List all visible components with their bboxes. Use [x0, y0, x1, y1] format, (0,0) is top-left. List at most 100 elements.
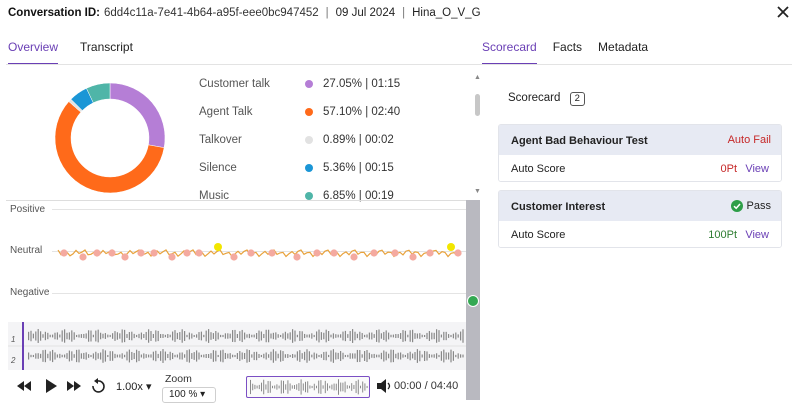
tab-overview[interactable]: Overview [8, 40, 59, 65]
rewind-icon[interactable] [16, 380, 32, 392]
sentiment-highlight-point[interactable] [447, 243, 455, 251]
tab-metadata[interactable]: Metadata [598, 40, 648, 65]
waveform-bar [438, 330, 440, 342]
play-icon[interactable] [44, 378, 58, 394]
minimap-bar [302, 383, 304, 391]
waveform-bar [186, 350, 188, 362]
waveform-bar [239, 331, 241, 341]
playback-speed[interactable]: 1.00x ▾ [116, 380, 152, 393]
zoom-select[interactable]: 100 % ▾ [162, 387, 216, 403]
tab-transcript[interactable]: Transcript [80, 40, 133, 65]
sentiment-highlight-point[interactable] [214, 243, 222, 251]
waveform-bar [224, 333, 226, 339]
scorecard-card[interactable]: Agent Bad Behaviour Test Auto Fail Auto … [498, 124, 782, 182]
sentiment-point[interactable] [293, 253, 301, 261]
waveform-bar [100, 332, 102, 340]
minimap-bar [342, 382, 344, 392]
close-icon[interactable] [774, 3, 792, 21]
waveform-bar [232, 330, 234, 342]
minimap-bar [252, 383, 254, 391]
waveform-bar [380, 333, 382, 339]
waveform-bar [244, 353, 246, 359]
sentiment-point[interactable] [350, 253, 358, 261]
waveform-bar [260, 331, 262, 341]
sentiment-point[interactable] [426, 249, 434, 257]
waveform-bar [152, 351, 154, 361]
sentiment-point[interactable] [247, 249, 255, 257]
minimap-bar [296, 384, 298, 390]
waveform-bar [49, 334, 51, 338]
waveform-bar [253, 351, 255, 361]
sentiment-point[interactable] [79, 253, 87, 261]
waveform-bar [462, 354, 464, 358]
waveform-bar [388, 353, 390, 359]
waveform-bar [124, 329, 126, 343]
sentiment-point[interactable] [313, 249, 321, 257]
scroll-down-icon[interactable]: ▼ [474, 188, 481, 195]
sentiment-point[interactable] [150, 249, 158, 257]
view-link[interactable]: View [745, 163, 769, 175]
waveform-bar [383, 331, 385, 341]
sentiment-point[interactable] [391, 249, 399, 257]
sentiment-point[interactable] [330, 249, 338, 257]
sentiment-point[interactable] [60, 249, 68, 257]
waveform-bar [56, 332, 58, 340]
waveform-bar [114, 353, 116, 359]
sentiment-point[interactable] [454, 249, 462, 257]
view-link[interactable]: View [745, 229, 769, 241]
waveform-bar [448, 352, 450, 360]
waveform-bar [390, 334, 392, 338]
sentiment-point[interactable] [108, 249, 116, 257]
waveform-bar [78, 334, 80, 338]
fast-forward-icon[interactable] [66, 380, 82, 392]
sentiment-point[interactable] [195, 249, 203, 257]
sentiment-point[interactable] [93, 249, 101, 257]
comment-marker-icon[interactable] [467, 295, 479, 307]
sentiment-point[interactable] [137, 249, 145, 257]
waveform-bar [371, 354, 373, 358]
scroll-up-icon[interactable]: ▲ [474, 74, 481, 81]
minimap-bar [364, 383, 366, 391]
legend-value: 0.89% | 00:02 [323, 134, 394, 146]
sentiment-point[interactable] [168, 253, 176, 261]
tab-facts[interactable]: Facts [553, 40, 582, 65]
waveform-bar [289, 332, 291, 340]
waveform-bar [332, 349, 334, 363]
waveform-bar [126, 351, 128, 361]
sentiment-point[interactable] [409, 253, 417, 261]
waveform-bar [42, 350, 44, 362]
scrollbar-thumb[interactable] [475, 94, 480, 116]
tab-scorecard[interactable]: Scorecard [482, 40, 537, 65]
conversation-header: Conversation ID: 6dd4c11a-7e41-4b64-a95f… [0, 0, 800, 26]
waveform-minimap[interactable] [246, 376, 370, 398]
sentiment-point[interactable] [121, 253, 129, 261]
volume-icon[interactable] [376, 379, 392, 393]
sentiment-point[interactable] [268, 249, 276, 257]
waveform-bar [176, 332, 178, 340]
sentiment-point[interactable] [230, 253, 238, 261]
waveform-bar [373, 334, 375, 338]
waveform-bar [66, 332, 68, 340]
waveform-bar [371, 332, 373, 340]
waveform-bar [179, 352, 181, 360]
sentiment-point[interactable] [370, 249, 378, 257]
waveform-bar [356, 333, 358, 339]
waveform-bar [42, 334, 44, 338]
audio-waveform[interactable]: 1 2 [8, 322, 466, 370]
waveform-bar [212, 333, 214, 339]
waveform-bar [354, 331, 356, 341]
waveform-bar [275, 351, 277, 361]
zoom-label: Zoom [165, 373, 192, 385]
scorecard-card[interactable]: Customer Interest Pass Auto Score 100Pt … [498, 190, 782, 248]
stats-scrollbar[interactable]: ▲ ▼ [474, 74, 481, 200]
waveform-bar [68, 350, 70, 362]
sentiment-point[interactable] [183, 249, 191, 257]
replay-icon[interactable] [90, 378, 106, 394]
waveform-bar [37, 353, 39, 359]
donut-slice-customer-talk[interactable] [109, 82, 166, 148]
waveform-bar [356, 349, 358, 363]
waveform-bar [352, 329, 354, 343]
waveform-bar [380, 352, 382, 360]
playhead[interactable] [22, 322, 24, 370]
waveform-bar [155, 330, 157, 342]
